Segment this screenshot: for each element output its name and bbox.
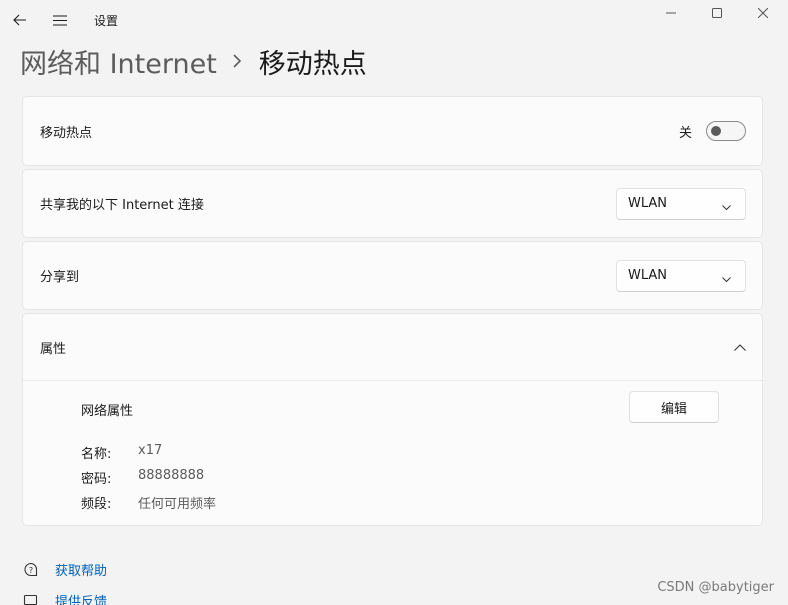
share-over-dropdown[interactable]: WLAN — [616, 259, 746, 292]
property-row: 名称: x17 — [81, 443, 162, 462]
help-chat-icon: ? — [22, 561, 40, 579]
property-key: 名称: — [81, 447, 112, 462]
property-row: 频段: 任何可用频率 — [81, 493, 216, 512]
share-connection-card: 共享我的以下 Internet 连接 WLAN — [22, 169, 763, 238]
properties-header-label: 属性 — [40, 341, 67, 357]
give-feedback-label: 提供反馈 — [55, 595, 108, 605]
share-connection-value: WLAN — [628, 196, 668, 211]
breadcrumb: 网络和 Internet 移动热点 — [20, 40, 367, 82]
watermark: CSDN @babytiger — [657, 580, 774, 595]
share-connection-dropdown[interactable]: WLAN — [616, 187, 746, 220]
property-key: 频段: — [81, 497, 112, 512]
back-arrow-icon[interactable] — [6, 6, 34, 34]
feedback-icon — [22, 592, 40, 605]
breadcrumb-parent[interactable]: 网络和 Internet — [20, 42, 217, 81]
share-over-card: 分享到 WLAN — [22, 241, 763, 310]
page-title: 移动热点 — [258, 48, 367, 80]
chevron-right-icon — [233, 54, 241, 68]
network-properties-title: 网络属性 — [81, 404, 134, 419]
chevron-down-icon — [722, 272, 731, 287]
toggle-state-label: 关 — [678, 125, 692, 141]
give-feedback-link[interactable]: 提供反馈 — [22, 591, 107, 605]
close-icon[interactable] — [740, 0, 786, 26]
app-title: 设置 — [94, 14, 119, 28]
hamburger-menu-icon[interactable] — [46, 6, 74, 34]
property-value: 88888888 — [138, 468, 205, 483]
maximize-icon[interactable] — [694, 0, 740, 26]
share-connection-label: 共享我的以下 Internet 连接 — [40, 198, 204, 213]
chevron-up-icon[interactable] — [734, 340, 746, 355]
property-value: 任何可用频率 — [138, 497, 217, 512]
properties-expander: 属性 网络属性 编辑 名称: x17 密码: 88888888 频段: 任何可用… — [22, 313, 763, 526]
minimize-icon[interactable] — [648, 0, 694, 26]
toggle-knob — [711, 126, 721, 136]
property-row: 密码: 88888888 — [81, 468, 204, 487]
property-value: x17 — [138, 443, 163, 458]
svg-text:?: ? — [29, 566, 33, 575]
hotspot-toggle[interactable] — [706, 121, 746, 141]
title-bar: 设置 — [0, 0, 788, 40]
properties-header[interactable]: 属性 — [23, 314, 762, 381]
get-help-label: 获取帮助 — [55, 564, 108, 579]
edit-button[interactable]: 编辑 — [629, 391, 719, 423]
hotspot-label: 移动热点 — [40, 125, 93, 141]
share-over-label: 分享到 — [40, 270, 80, 285]
share-over-value: WLAN — [628, 268, 668, 283]
get-help-link[interactable]: ? 获取帮助 — [22, 560, 107, 579]
hotspot-card: 移动热点 关 — [22, 96, 763, 166]
property-key: 密码: — [81, 472, 112, 487]
settings-window: 设置 网络和 Internet 移动热点 移动热点 关 共享我的以下 Inter… — [0, 0, 788, 605]
chevron-down-icon — [722, 200, 731, 215]
